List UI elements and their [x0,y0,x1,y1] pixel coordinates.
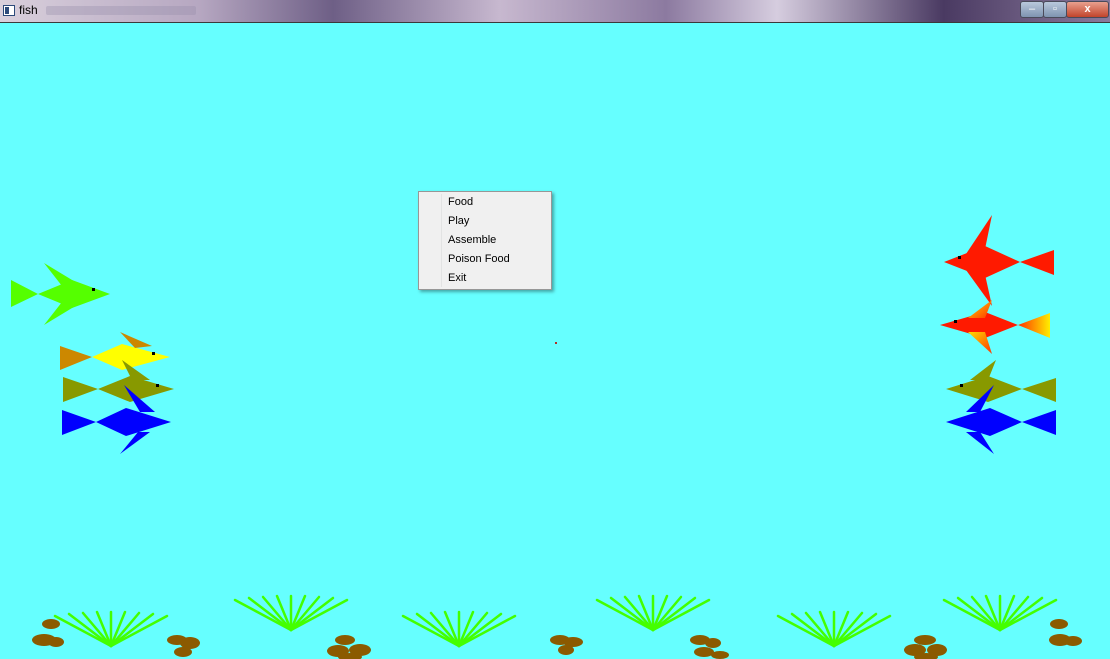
fish-window: fish – ▫ x Food Play Assemble Poison Foo… [0,0,1110,659]
menu-item-poison-food[interactable]: Poison Food [421,250,549,269]
food-pellet [555,342,557,344]
seaweed-6 [942,594,1058,632]
rock-cluster-4 [550,635,583,655]
seaweed-2 [233,594,349,632]
seaweed-3 [401,610,517,648]
fish-red-top [944,215,1054,306]
rock-cluster-6 [904,635,947,659]
rock-cluster-2 [167,635,200,657]
menu-item-play[interactable]: Play [421,212,549,231]
maximize-button[interactable]: ▫ [1043,1,1067,18]
title-bar[interactable]: fish – ▫ x [0,0,1110,23]
app-window-icon[interactable] [3,5,15,16]
title-bar-background-text [46,6,196,15]
rock-cluster-7 [1049,619,1082,646]
window-title: fish [19,3,38,17]
rock-cluster-3 [327,635,371,659]
menu-item-assemble[interactable]: Assemble [421,231,549,250]
rocks [32,619,1082,659]
context-menu: Food Play Assemble Poison Food Exit [418,191,552,290]
seaweed-4 [595,594,711,632]
close-button[interactable]: x [1066,1,1109,18]
aquarium-scene[interactable] [0,0,1110,659]
seaweed-1 [53,610,169,648]
menu-item-food[interactable]: Food [421,193,549,212]
menu-item-exit[interactable]: Exit [421,269,549,288]
fish-olive-right [946,360,1056,402]
fish-red-gradient [940,300,1050,354]
minimize-button[interactable]: – [1020,1,1044,18]
fish-yellow [60,332,170,370]
fish-green [11,263,110,325]
seaweed-5 [776,610,892,648]
rock-cluster-1 [32,619,64,647]
rock-cluster-5 [690,635,729,659]
